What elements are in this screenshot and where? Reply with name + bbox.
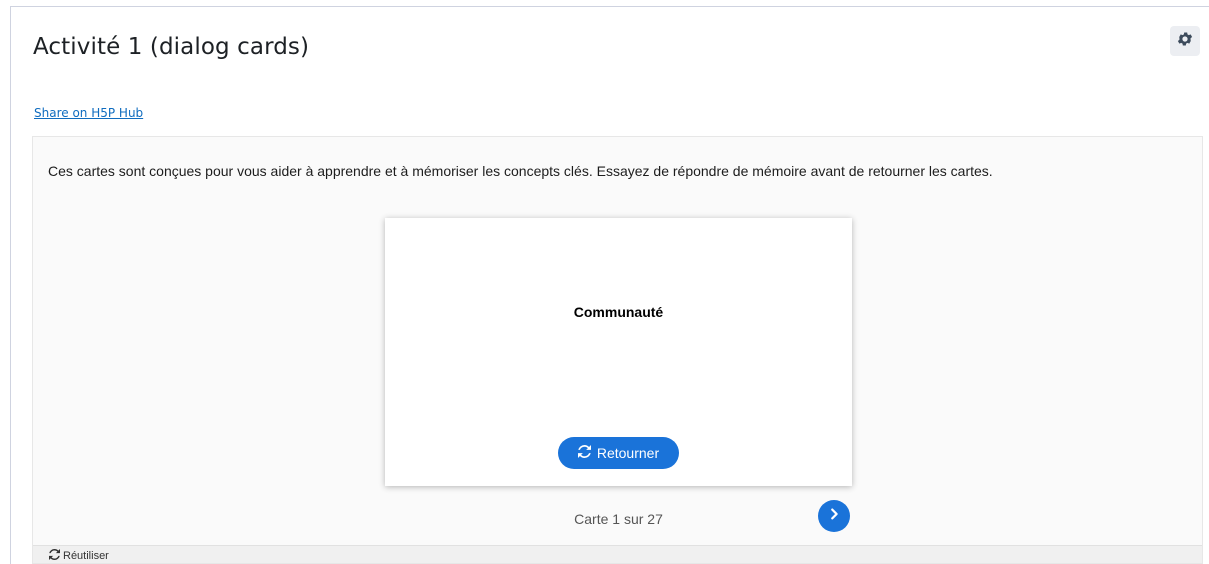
card-progress: Carte 1 sur 27 (574, 511, 663, 527)
h5p-dialog-cards: Ces cartes sont conçues pour vous aider … (32, 136, 1203, 564)
dialog-card: Communauté Retourner (385, 218, 852, 486)
gear-icon (1176, 30, 1194, 53)
settings-button[interactable] (1170, 26, 1200, 56)
reuse-label: Réutiliser (63, 550, 109, 562)
turn-button-label: Retourner (596, 445, 660, 461)
card-text: Communauté (573, 304, 664, 320)
reuse-button[interactable]: Réutiliser (49, 549, 109, 563)
refresh-icon (49, 549, 60, 563)
refresh-icon (577, 445, 591, 461)
cards-description: Ces cartes sont conçues pour vous aider … (48, 163, 993, 179)
share-on-h5p-hub-link[interactable]: Share on H5P Hub (34, 106, 143, 120)
page-title: Activité 1 (dialog cards) (33, 34, 310, 60)
turn-card-button[interactable]: Retourner (558, 437, 679, 469)
chevron-right-icon (827, 507, 841, 526)
next-card-button[interactable] (818, 500, 850, 532)
h5p-footer: Réutiliser (33, 545, 1202, 563)
